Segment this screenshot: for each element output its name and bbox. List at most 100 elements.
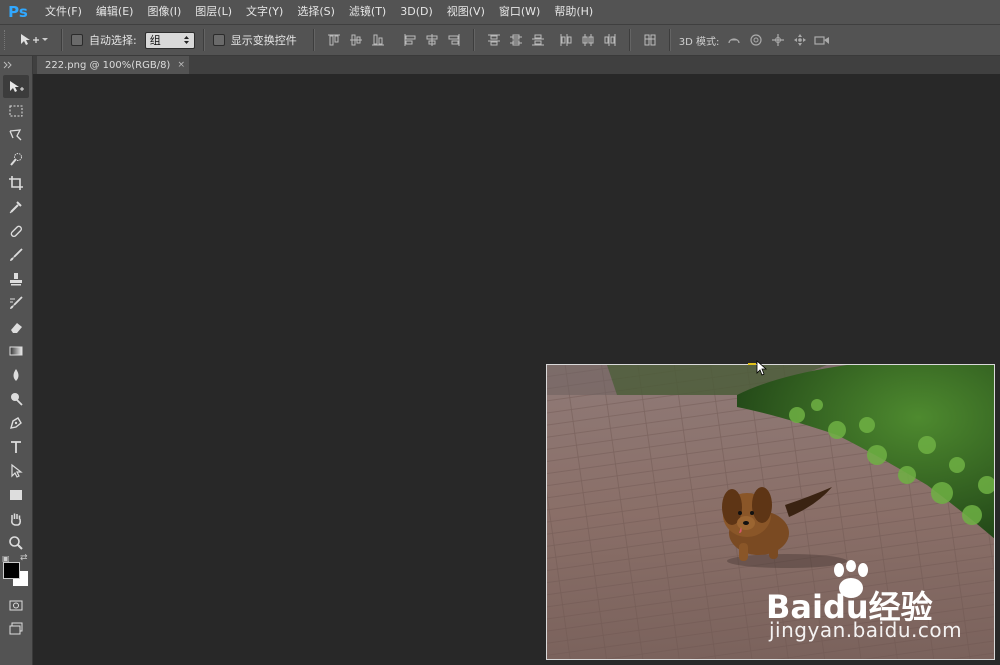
menu-type[interactable]: 文字(Y) xyxy=(239,0,290,24)
auto-align-layers-button[interactable] xyxy=(639,29,661,51)
slide-3d-icon xyxy=(794,34,807,46)
auto-select-value: 组 xyxy=(149,34,161,47)
distribute-left-edges-button[interactable] xyxy=(555,29,577,51)
align-bottom-icon xyxy=(371,34,384,46)
move-tool-icon xyxy=(21,34,39,45)
foreground-color-swatch[interactable] xyxy=(3,562,20,579)
distribute-bottom-edges-button[interactable] xyxy=(527,29,549,51)
video-camera-icon xyxy=(814,36,830,45)
tool-move[interactable] xyxy=(3,75,29,98)
screen-mode-icon xyxy=(9,622,23,634)
distribute-right-edges-button[interactable] xyxy=(599,29,621,51)
options-bar-grip[interactable] xyxy=(4,30,9,50)
rectangle-tool-icon xyxy=(10,489,22,500)
align-vertical-centers-button[interactable] xyxy=(345,29,367,51)
menu-file[interactable]: 文件(F) xyxy=(38,0,89,24)
divider xyxy=(668,29,671,51)
menu-image[interactable]: 图像(I) xyxy=(140,0,188,24)
tool-lasso[interactable] xyxy=(3,123,29,146)
menu-select[interactable]: 选择(S) xyxy=(290,0,342,24)
tool-crop[interactable] xyxy=(3,171,29,194)
rotate-3d-button[interactable] xyxy=(723,29,745,51)
double-chevron-right-icon xyxy=(3,61,12,69)
align-left-edges-button[interactable] xyxy=(399,29,421,51)
marquee-tool-icon xyxy=(9,105,23,116)
menu-view[interactable]: 视图(V) xyxy=(440,0,492,24)
align-bottom-edges-button[interactable] xyxy=(367,29,389,51)
auto-align-icon xyxy=(644,34,656,46)
distribute-horizontal-centers-button[interactable] xyxy=(577,29,599,51)
menu-window[interactable]: 窗口(W) xyxy=(492,0,547,24)
align-left-icon xyxy=(404,34,416,46)
zoom-tool-icon xyxy=(9,535,23,550)
auto-select-dropdown[interactable]: 组 xyxy=(144,31,195,49)
tool-preset-picker[interactable] xyxy=(19,32,53,48)
tool-screen-mode[interactable] xyxy=(3,617,29,640)
pen-tool-icon xyxy=(10,416,22,429)
menu-edit[interactable]: 编辑(E) xyxy=(89,0,141,24)
tool-quick-selection[interactable] xyxy=(3,147,29,170)
menu-help[interactable]: 帮助(H) xyxy=(547,0,600,24)
align-right-edges-button[interactable] xyxy=(443,29,465,51)
watermark-url: jingyan.baidu.com xyxy=(769,618,963,642)
quick-selection-tool-icon xyxy=(10,152,22,166)
tool-path-selection[interactable] xyxy=(3,459,29,482)
align-right-icon xyxy=(448,34,460,46)
align-top-edges-button[interactable] xyxy=(323,29,345,51)
tool-marquee[interactable] xyxy=(3,99,29,122)
show-transform-label: 显示变换控件 xyxy=(230,34,297,47)
type-tool-icon xyxy=(11,440,21,453)
distribute-top-edges-button[interactable] xyxy=(483,29,505,51)
show-transform-checkbox[interactable] xyxy=(212,34,225,46)
menu-filter[interactable]: 滤镜(T) xyxy=(342,0,393,24)
move-tool-icon xyxy=(10,80,24,92)
slide-3d-button[interactable] xyxy=(789,29,811,51)
close-icon[interactable]: × xyxy=(177,60,185,70)
updown-arrows-icon xyxy=(183,36,189,44)
tool-spot-healing[interactable] xyxy=(3,219,29,242)
tool-rectangle[interactable] xyxy=(3,483,29,506)
blur-tool-icon xyxy=(13,368,19,381)
crop-tool-icon xyxy=(9,175,23,190)
document-tab[interactable]: 222.png @ 100%(RGB/8) × xyxy=(37,56,189,74)
tool-quick-mask[interactable] xyxy=(3,593,29,616)
drag-3d-button[interactable] xyxy=(767,29,789,51)
tool-pen[interactable] xyxy=(3,411,29,434)
align-horizontal-centers-button[interactable] xyxy=(421,29,443,51)
color-swatches: ▣ ⇄ xyxy=(0,553,32,592)
swap-colors-icon[interactable]: ⇄ xyxy=(20,553,28,563)
roll-3d-icon xyxy=(750,34,762,46)
scale-3d-button[interactable] xyxy=(811,29,833,51)
quick-mask-icon xyxy=(9,600,23,610)
align-top-icon xyxy=(327,34,340,46)
dodge-tool-icon xyxy=(11,392,23,406)
tool-zoom[interactable] xyxy=(3,531,29,554)
menu-layer[interactable]: 图层(L) xyxy=(188,0,239,24)
tool-clone-stamp[interactable] xyxy=(3,267,29,290)
clone-stamp-tool-icon xyxy=(10,272,22,285)
auto-select-checkbox[interactable] xyxy=(71,34,83,46)
tools-panel-collapse[interactable] xyxy=(0,56,32,74)
divider xyxy=(312,29,315,51)
tool-type[interactable] xyxy=(3,435,29,458)
roll-3d-button[interactable] xyxy=(745,29,767,51)
tool-eraser[interactable] xyxy=(3,315,29,338)
distribute-bottom-icon xyxy=(531,34,544,46)
tool-blur[interactable] xyxy=(3,363,29,386)
selection-marker xyxy=(748,363,756,365)
gradient-tool-icon xyxy=(9,346,23,355)
align-hcenter-icon xyxy=(426,34,438,46)
distribute-vcenter-icon xyxy=(509,34,522,46)
menu-3d[interactable]: 3D(D) xyxy=(393,0,440,24)
align-buttons-group xyxy=(323,29,661,51)
tool-brush[interactable] xyxy=(3,243,29,266)
baidu-watermark: Baidu经验 xyxy=(766,560,996,660)
tool-dodge[interactable] xyxy=(3,387,29,410)
tool-gradient[interactable] xyxy=(3,339,29,362)
tool-eyedropper[interactable] xyxy=(3,195,29,218)
tools-panel: ▣ ⇄ xyxy=(0,56,33,665)
distribute-vertical-centers-button[interactable] xyxy=(505,29,527,51)
photoshop-logo: Ps xyxy=(8,3,28,21)
tool-hand[interactable] xyxy=(3,507,29,530)
tool-history-brush[interactable] xyxy=(3,291,29,314)
